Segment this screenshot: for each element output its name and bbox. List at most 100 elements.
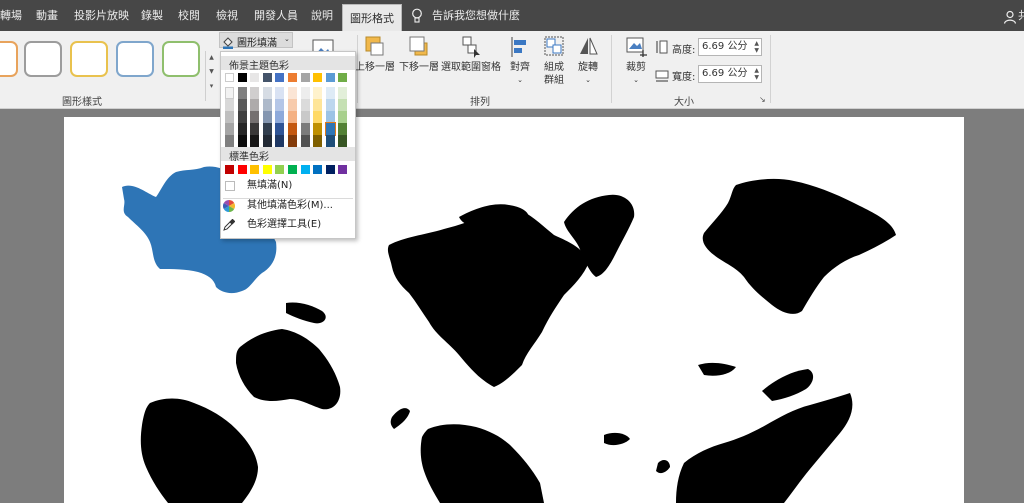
tab-view[interactable]: 檢視 bbox=[216, 0, 238, 31]
theme-shade-swatch[interactable] bbox=[250, 111, 260, 123]
align-button[interactable]: 對齊 ⌄ bbox=[506, 35, 534, 87]
standard-color-swatch[interactable] bbox=[288, 165, 297, 174]
tab-shape-format[interactable]: 圖形格式 bbox=[342, 4, 402, 32]
tab-transitions[interactable]: 轉場 bbox=[0, 0, 22, 31]
spin-down-icon[interactable]: ▼ bbox=[754, 74, 759, 81]
theme-color-swatch[interactable] bbox=[288, 73, 297, 82]
share-label[interactable]: 共 bbox=[1018, 0, 1024, 31]
theme-shade-swatch[interactable] bbox=[275, 135, 285, 147]
shape-style-preset[interactable] bbox=[70, 41, 108, 77]
theme-shade-swatch[interactable] bbox=[237, 135, 247, 147]
theme-shade-swatch[interactable] bbox=[313, 111, 323, 123]
theme-shade-swatch[interactable] bbox=[338, 123, 348, 135]
height-input[interactable]: 6.69 公分 ▲ ▼ bbox=[698, 38, 762, 56]
standard-color-swatch[interactable] bbox=[338, 165, 348, 174]
theme-shade-swatch[interactable] bbox=[262, 99, 272, 111]
person-icon[interactable] bbox=[1003, 9, 1017, 24]
theme-shade-swatch[interactable] bbox=[288, 135, 297, 147]
theme-shade-swatch[interactable] bbox=[325, 111, 335, 123]
tab-record[interactable]: 錄製 bbox=[141, 0, 163, 31]
dialog-launcher-icon[interactable]: ↘ bbox=[759, 95, 766, 104]
spin-up-icon[interactable]: ▲ bbox=[754, 67, 759, 74]
send-backward-button[interactable]: 下移一層 bbox=[397, 35, 441, 74]
shape-style-preset[interactable] bbox=[0, 41, 18, 77]
theme-shade-swatch[interactable] bbox=[275, 123, 285, 135]
theme-color-swatch[interactable] bbox=[262, 73, 272, 82]
theme-shade-swatch[interactable] bbox=[300, 123, 310, 135]
theme-shade-swatch[interactable] bbox=[262, 111, 272, 123]
gallery-scroll[interactable]: ▲ ▼ ▾ bbox=[205, 51, 217, 101]
theme-shade-swatch[interactable] bbox=[262, 135, 272, 147]
theme-shade-swatch[interactable] bbox=[313, 123, 323, 135]
theme-shade-swatch[interactable] bbox=[313, 135, 323, 147]
spin-up-icon[interactable]: ▲ bbox=[754, 40, 759, 47]
theme-shade-swatch[interactable] bbox=[275, 99, 285, 111]
theme-shade-swatch[interactable] bbox=[237, 87, 247, 99]
theme-color-swatch[interactable] bbox=[225, 73, 234, 82]
theme-shade-swatch[interactable] bbox=[262, 123, 272, 135]
no-fill-item[interactable]: 無填滿(N) bbox=[221, 177, 355, 195]
theme-color-swatch[interactable] bbox=[250, 73, 260, 82]
theme-shade-swatch[interactable] bbox=[300, 135, 310, 147]
theme-shade-swatch[interactable] bbox=[225, 123, 234, 135]
theme-color-swatch[interactable] bbox=[325, 73, 335, 82]
theme-shade-swatch[interactable] bbox=[325, 99, 335, 111]
tell-me-search[interactable]: 告訴我您想做什麼 bbox=[432, 0, 520, 31]
theme-shade-swatch[interactable] bbox=[225, 111, 234, 123]
theme-shade-swatch[interactable] bbox=[324, 122, 336, 136]
theme-color-swatch[interactable] bbox=[338, 73, 348, 82]
shape-style-preset[interactable] bbox=[162, 41, 200, 77]
standard-color-swatch[interactable] bbox=[262, 165, 272, 174]
tab-help[interactable]: 說明 bbox=[311, 0, 333, 31]
more-fill-colors-item[interactable]: 其他填滿色彩(M)... bbox=[221, 197, 355, 215]
theme-shade-swatch[interactable] bbox=[338, 87, 348, 99]
standard-color-swatch[interactable] bbox=[313, 165, 323, 174]
theme-shade-swatch[interactable] bbox=[237, 99, 247, 111]
theme-shade-swatch[interactable] bbox=[250, 87, 260, 99]
standard-color-swatch[interactable] bbox=[325, 165, 335, 174]
shape-style-preset[interactable] bbox=[24, 41, 62, 77]
theme-shade-swatch[interactable] bbox=[300, 99, 310, 111]
crop-button[interactable]: 裁剪 ⌄ bbox=[620, 35, 652, 87]
selection-pane-button[interactable]: 選取範圍窗格 bbox=[440, 35, 502, 74]
theme-shade-swatch[interactable] bbox=[225, 99, 234, 111]
theme-shade-swatch[interactable] bbox=[325, 135, 335, 147]
theme-color-swatch[interactable] bbox=[313, 73, 323, 82]
theme-shade-swatch[interactable] bbox=[338, 135, 348, 147]
bring-forward-button[interactable]: 上移一層 bbox=[353, 35, 397, 74]
tab-animations[interactable]: 動畫 bbox=[36, 0, 58, 31]
standard-color-swatch[interactable] bbox=[225, 165, 234, 174]
theme-color-swatch[interactable] bbox=[275, 73, 285, 82]
theme-shade-swatch[interactable] bbox=[237, 111, 247, 123]
theme-shade-swatch[interactable] bbox=[288, 99, 297, 111]
theme-shade-swatch[interactable] bbox=[250, 135, 260, 147]
tab-developer[interactable]: 開發人員 bbox=[254, 0, 298, 31]
theme-shade-swatch[interactable] bbox=[300, 111, 310, 123]
theme-color-swatch[interactable] bbox=[300, 73, 310, 82]
width-input[interactable]: 6.69 公分 ▲ ▼ bbox=[698, 65, 762, 83]
eyedropper-item[interactable]: 色彩選擇工具(E) bbox=[221, 216, 355, 234]
theme-shade-swatch[interactable] bbox=[313, 87, 323, 99]
rotate-button[interactable]: 旋轉 ⌄ bbox=[574, 35, 602, 87]
theme-color-swatch[interactable] bbox=[237, 73, 247, 82]
theme-shade-swatch[interactable] bbox=[338, 111, 348, 123]
theme-shade-swatch[interactable] bbox=[250, 123, 260, 135]
theme-shade-swatch[interactable] bbox=[262, 87, 272, 99]
standard-color-swatch[interactable] bbox=[237, 165, 247, 174]
theme-shade-swatch[interactable] bbox=[338, 99, 348, 111]
spin-down-icon[interactable]: ▼ bbox=[754, 47, 759, 54]
theme-shade-swatch[interactable] bbox=[288, 111, 297, 123]
theme-shade-swatch[interactable] bbox=[225, 135, 234, 147]
theme-shade-swatch[interactable] bbox=[250, 99, 260, 111]
standard-color-swatch[interactable] bbox=[275, 165, 285, 174]
theme-shade-swatch[interactable] bbox=[288, 123, 297, 135]
tab-slideshow[interactable]: 投影片放映 bbox=[74, 0, 129, 31]
theme-shade-swatch[interactable] bbox=[225, 87, 234, 99]
theme-shade-swatch[interactable] bbox=[300, 87, 310, 99]
tab-review[interactable]: 校閱 bbox=[178, 0, 200, 31]
shape-style-preset[interactable] bbox=[116, 41, 154, 77]
standard-color-swatch[interactable] bbox=[250, 165, 260, 174]
theme-shade-swatch[interactable] bbox=[237, 123, 247, 135]
theme-shade-swatch[interactable] bbox=[325, 87, 335, 99]
group-button[interactable]: 組成群組 bbox=[537, 35, 571, 87]
